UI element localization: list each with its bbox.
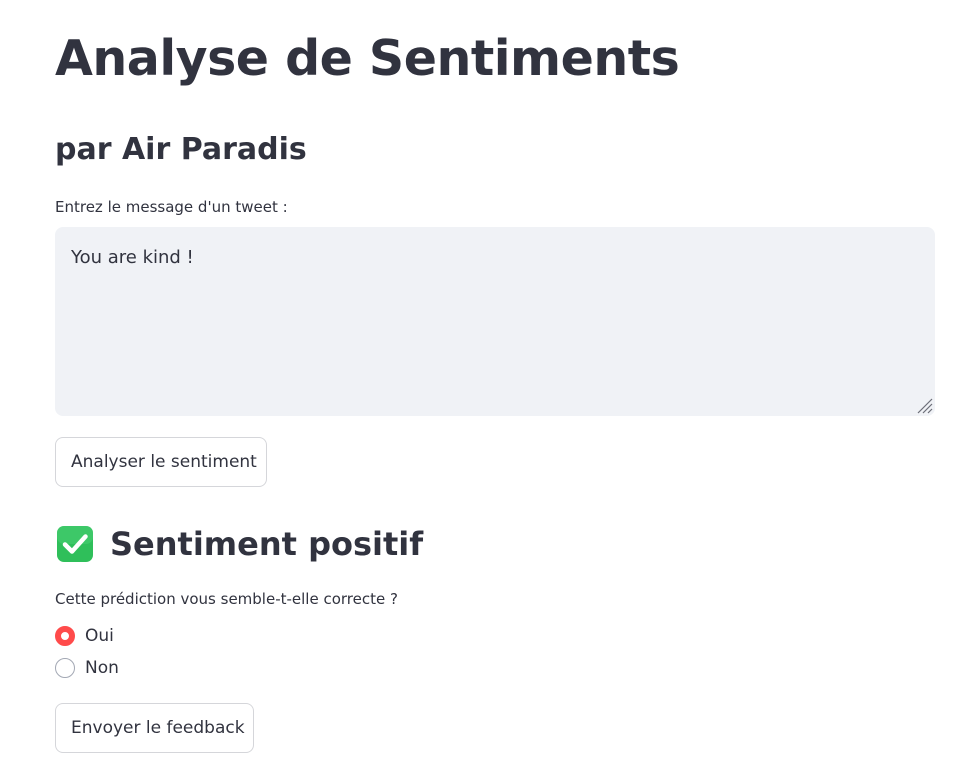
feedback-question: Cette prédiction vous semble-t-elle corr… (55, 590, 398, 608)
radio-option-oui[interactable]: Oui (55, 624, 114, 648)
radio-option-label: Non (85, 658, 119, 678)
radio-option-non[interactable]: Non (55, 656, 119, 680)
tweet-input-label: Entrez le message d'un tweet : (55, 198, 288, 216)
sentiment-result-text: Sentiment positif (110, 525, 424, 563)
page-subtitle: par Air Paradis (55, 132, 307, 167)
check-mark-button-icon (57, 526, 93, 562)
resize-handle-icon[interactable] (915, 396, 933, 414)
radio-selected-icon[interactable] (55, 626, 75, 646)
sentiment-result: Sentiment positif (55, 523, 423, 565)
tweet-textarea-container: You are kind ! (55, 227, 935, 416)
page-title: Analyse de Sentiments (55, 30, 680, 87)
send-feedback-button[interactable]: Envoyer le feedback (55, 703, 254, 753)
tweet-textarea[interactable]: You are kind ! (55, 227, 935, 416)
radio-option-label: Oui (85, 626, 114, 646)
analyze-sentiment-button[interactable]: Analyser le sentiment (55, 437, 267, 487)
radio-unselected-icon[interactable] (55, 658, 75, 678)
